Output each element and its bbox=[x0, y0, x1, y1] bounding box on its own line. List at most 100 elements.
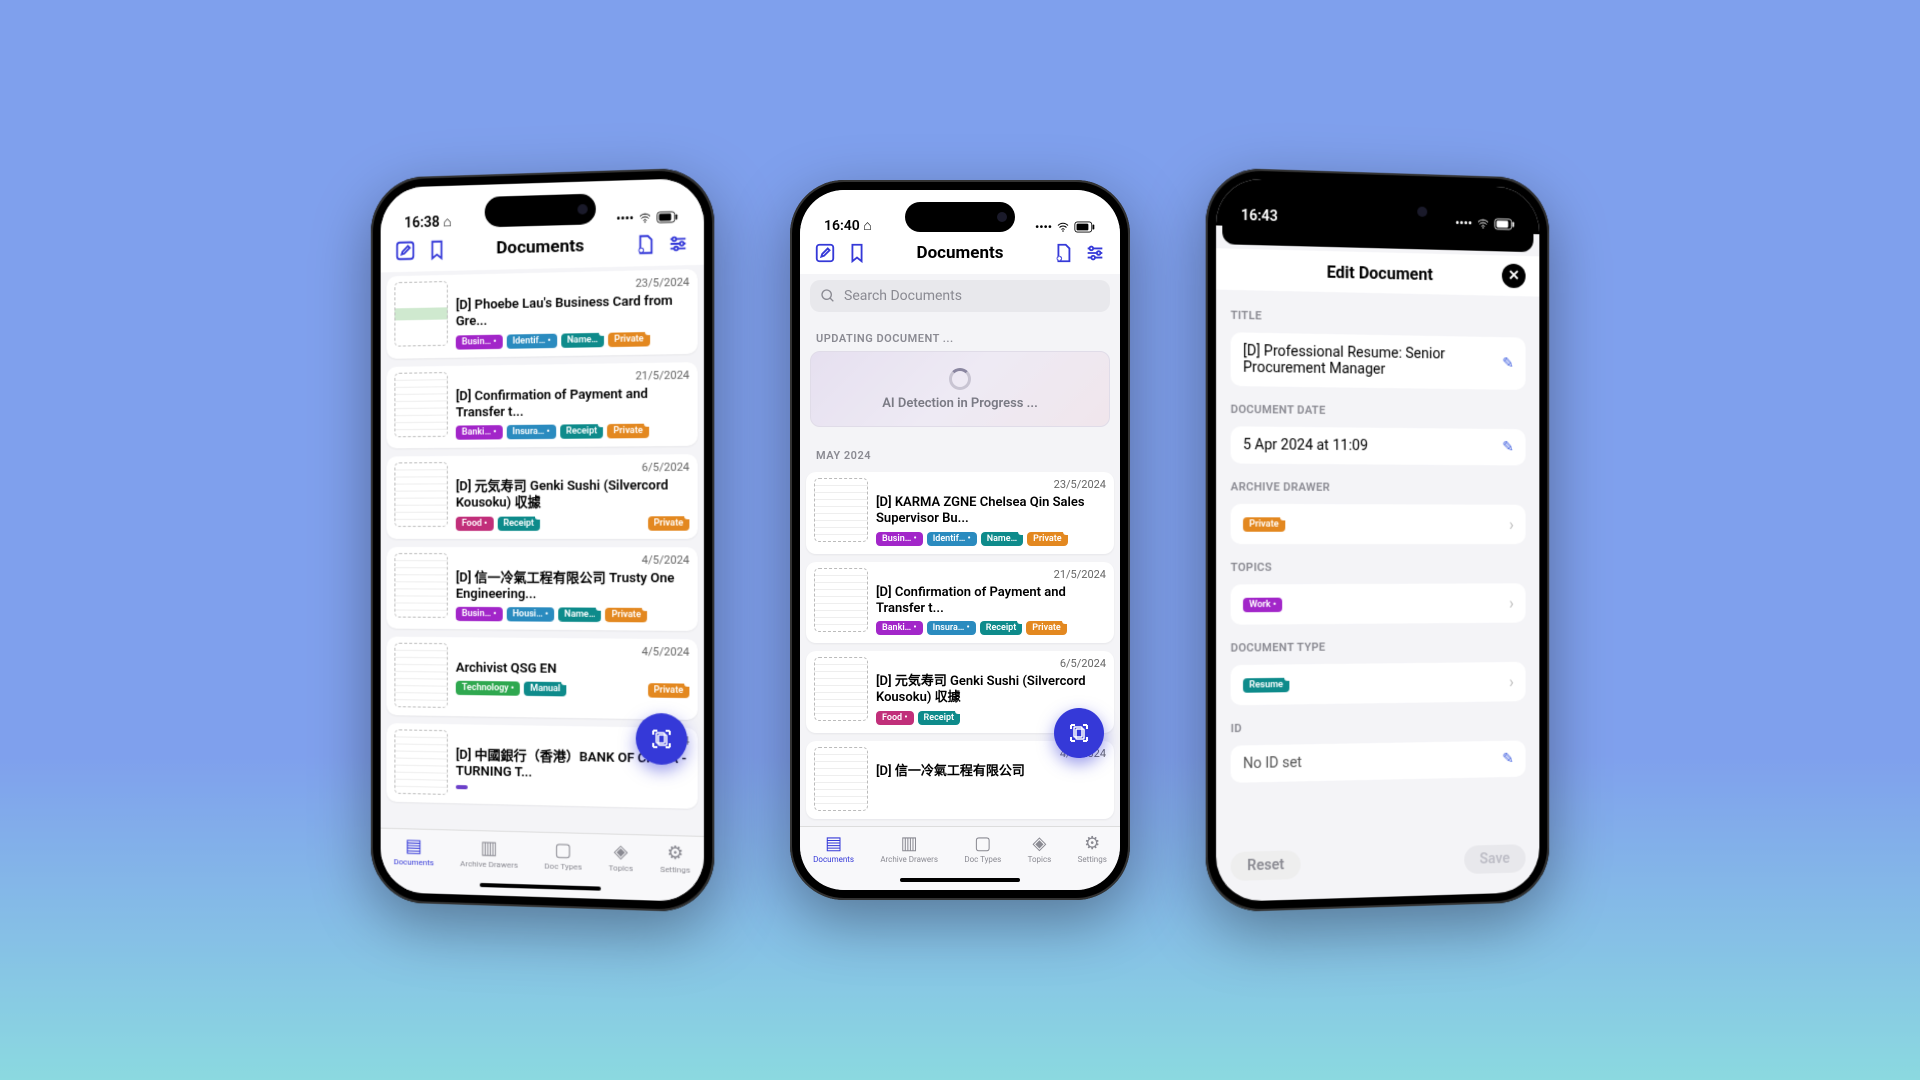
document-list[interactable]: 23/5/2024[D] KARMA ZGNE Chelsea Qin Sale… bbox=[800, 468, 1120, 823]
doc-thumbnail bbox=[814, 657, 868, 721]
field-id[interactable]: No ID set ✎ bbox=[1231, 740, 1526, 782]
status-time: 16:43 bbox=[1241, 208, 1278, 226]
field-title[interactable]: [D] Professional Resume: Senior Procurem… bbox=[1231, 332, 1526, 390]
tab-settings[interactable]: ⚙Settings bbox=[1078, 833, 1107, 864]
save-button[interactable]: Save bbox=[1464, 844, 1526, 874]
tab-label: Archive Drawers bbox=[880, 855, 938, 864]
tag: Busin… • bbox=[456, 334, 503, 349]
label-id: ID bbox=[1231, 717, 1526, 735]
ai-progress-card: AI Detection in Progress ... bbox=[810, 351, 1110, 427]
reset-button[interactable]: Reset bbox=[1231, 850, 1301, 881]
doc-thumbnail bbox=[394, 281, 447, 347]
tag: Food • bbox=[456, 516, 493, 530]
tab-icon: ▥ bbox=[901, 833, 918, 854]
scan-fab[interactable] bbox=[1054, 708, 1104, 758]
topic-tag: Work • bbox=[1243, 597, 1282, 612]
doc-title: [D] 元気寿司 Genki Sushi (Silvercord Kousoku… bbox=[876, 674, 1106, 707]
add-document-icon[interactable] bbox=[1052, 242, 1074, 264]
drawer-tag: Private bbox=[1243, 517, 1285, 531]
battery-icon bbox=[1494, 218, 1516, 231]
tab-label: Doc Types bbox=[964, 855, 1001, 864]
tag: Private bbox=[606, 608, 648, 623]
edit-icon[interactable]: ✎ bbox=[1502, 751, 1514, 767]
tag: Private bbox=[648, 516, 690, 531]
tab-doc-types[interactable]: ▢Doc Types bbox=[544, 839, 581, 872]
document-row[interactable]: 21/5/2024[D] Confirmation of Payment and… bbox=[806, 562, 1114, 644]
document-row[interactable]: 4/5/2024[D] 信一冷氣工程有限公司 Trusty One Engine… bbox=[387, 547, 698, 631]
tab-documents[interactable]: ▤Documents bbox=[394, 835, 434, 867]
chevron-right-icon: › bbox=[1509, 593, 1514, 612]
tab-doc-types[interactable]: ▢Doc Types bbox=[964, 833, 1001, 864]
doc-title: [D] 信一冷氣工程有限公司 bbox=[876, 764, 1106, 780]
add-document-icon[interactable] bbox=[634, 233, 657, 256]
chevron-right-icon: › bbox=[1509, 672, 1514, 691]
tag: Banki… • bbox=[456, 425, 503, 440]
wifi-icon bbox=[1056, 221, 1070, 233]
tab-archive-drawers[interactable]: ▥Archive Drawers bbox=[880, 833, 938, 864]
doc-thumbnail bbox=[814, 478, 868, 542]
compose-icon[interactable] bbox=[814, 242, 836, 264]
page-title: Documents bbox=[917, 243, 1004, 263]
doc-date: 23/5/2024 bbox=[456, 275, 690, 294]
tab-label: Settings bbox=[660, 865, 690, 875]
battery-icon bbox=[1074, 221, 1096, 233]
status-icons: •••• bbox=[1035, 220, 1096, 234]
scan-fab[interactable] bbox=[636, 713, 688, 765]
updating-label: UPDATING DOCUMENT ... bbox=[800, 322, 1120, 351]
compose-icon[interactable] bbox=[394, 239, 416, 262]
doc-tags: Busin… •Identif… •Name…Private bbox=[456, 331, 690, 349]
close-button[interactable]: ✕ bbox=[1502, 264, 1526, 289]
tab-topics[interactable]: ◈Topics bbox=[609, 841, 633, 874]
doc-title: [D] Confirmation of Payment and Transfer… bbox=[456, 386, 690, 422]
doc-thumbnail bbox=[394, 553, 447, 618]
doc-tags: Banki… •Insura… •ReceiptPrivate bbox=[456, 423, 690, 440]
filter-icon[interactable] bbox=[1084, 242, 1106, 264]
doc-title: [D] 信一冷氣工程有限公司 Trusty One Engineering... bbox=[456, 570, 690, 604]
label-type: DOCUMENT TYPE bbox=[1231, 639, 1526, 655]
tab-topics[interactable]: ◈Topics bbox=[1028, 833, 1052, 864]
toolbar: Documents bbox=[800, 236, 1120, 274]
doc-tags bbox=[456, 785, 690, 794]
bookmark-icon[interactable] bbox=[426, 239, 448, 262]
field-date[interactable]: 5 Apr 2024 at 11:09 ✎ bbox=[1231, 426, 1526, 465]
tab-bar: ▤Documents ▥Archive Drawers ▢Doc Types ◈Top… bbox=[381, 828, 704, 903]
tab-settings[interactable]: ⚙Settings bbox=[660, 842, 690, 875]
document-row[interactable]: 6/5/2024[D] 元気寿司 Genki Sushi (Silvercord… bbox=[387, 454, 698, 538]
search-input[interactable]: Search Documents bbox=[810, 280, 1110, 312]
tag: Identif… • bbox=[506, 333, 556, 348]
tab-icon: ▢ bbox=[554, 839, 571, 861]
sheet-title: Edit Document bbox=[1264, 260, 1494, 285]
spinner-icon bbox=[949, 368, 971, 390]
wifi-icon bbox=[1476, 217, 1490, 230]
tab-label: Topics bbox=[609, 863, 633, 873]
tag: Private bbox=[608, 331, 650, 346]
document-row[interactable]: 21/5/2024[D] Confirmation of Payment and… bbox=[387, 362, 698, 449]
tab-archive-drawers[interactable]: ▥Archive Drawers bbox=[460, 837, 518, 870]
tab-label: Documents bbox=[813, 855, 854, 864]
field-drawer[interactable]: Private › bbox=[1231, 504, 1526, 544]
field-topics[interactable]: Work • › bbox=[1231, 583, 1526, 624]
doc-tags: Banki… •Insura… •ReceiptPrivate bbox=[876, 621, 1106, 635]
doc-thumbnail bbox=[394, 729, 447, 795]
tag: Receipt bbox=[560, 424, 603, 439]
edit-icon[interactable]: ✎ bbox=[1502, 355, 1514, 371]
tab-label: Topics bbox=[1028, 855, 1052, 864]
doc-thumbnail bbox=[394, 643, 447, 708]
doc-date: 4/5/2024 bbox=[456, 643, 690, 659]
tab-documents[interactable]: ▤Documents bbox=[813, 833, 854, 864]
doc-date: 23/5/2024 bbox=[876, 478, 1106, 491]
bookmark-icon[interactable] bbox=[846, 242, 868, 264]
doc-title: [D] Confirmation of Payment and Transfer… bbox=[876, 585, 1106, 618]
edit-icon[interactable]: ✎ bbox=[1502, 439, 1514, 455]
status-icons: •••• bbox=[1455, 216, 1515, 232]
document-row[interactable]: 23/5/2024[D] Phoebe Lau's Business Card … bbox=[387, 269, 698, 358]
document-row[interactable]: 23/5/2024[D] KARMA ZGNE Chelsea Qin Sale… bbox=[806, 472, 1114, 554]
status-time: 16:40 ⌂ bbox=[824, 217, 872, 234]
value-date: 5 Apr 2024 at 11:09 bbox=[1243, 437, 1494, 455]
doc-title: [D] 元気寿司 Genki Sushi (Silvercord Kousoku… bbox=[456, 478, 690, 512]
document-row[interactable]: 4/5/2024Archivist QSG ENTechnology •Manu… bbox=[387, 637, 698, 720]
filter-icon[interactable] bbox=[667, 232, 690, 255]
tag: Housi… • bbox=[506, 607, 554, 622]
field-type[interactable]: Resume › bbox=[1231, 662, 1526, 706]
label-drawer: ARCHIVE DRAWER bbox=[1231, 480, 1526, 495]
